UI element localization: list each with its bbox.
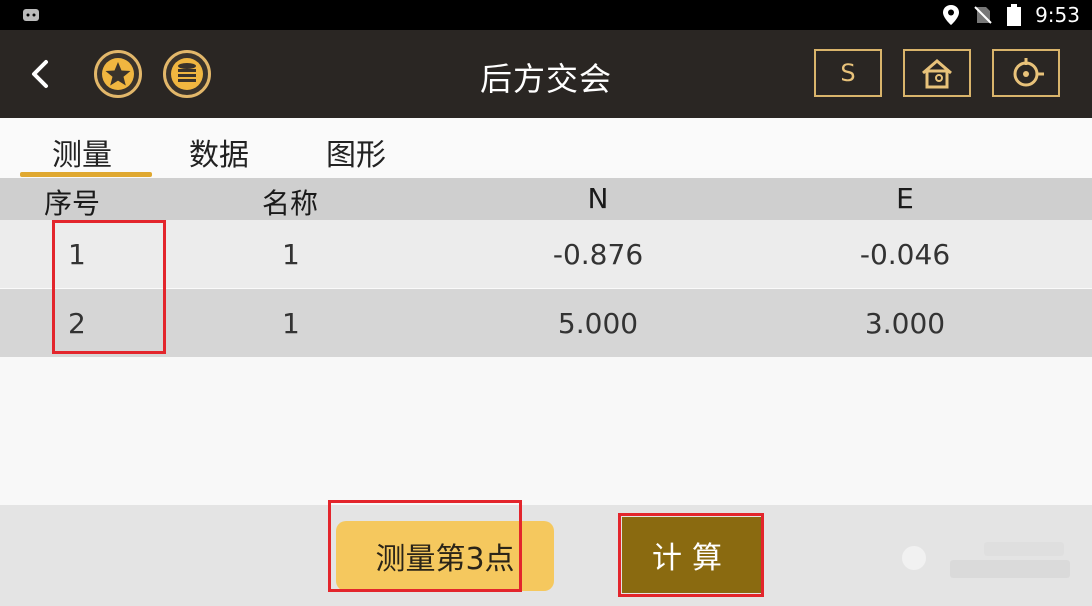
annotation-box-index-column	[52, 220, 166, 354]
s-button[interactable]: S	[814, 49, 882, 97]
watermark-logo	[902, 542, 1070, 578]
cell-n: -0.876	[552, 238, 644, 271]
cell-name: 1	[282, 307, 300, 340]
target-button[interactable]	[992, 49, 1060, 97]
header-e: E	[896, 182, 914, 215]
header-index: 序号	[44, 187, 101, 220]
tab-bar: 测量 数据 图形	[0, 118, 1092, 178]
cell-e: -0.046	[859, 238, 951, 271]
status-time: 9:53	[1035, 3, 1080, 27]
header-name: 名称	[262, 187, 319, 220]
table-header: 序号 名称 N E	[0, 178, 1092, 220]
status-bar: 9:53	[0, 0, 1092, 30]
active-tab-indicator	[20, 172, 152, 177]
annotation-box-calc-button	[618, 513, 764, 597]
tab-measure[interactable]: 测量	[52, 130, 112, 174]
cell-e: 3.000	[864, 307, 946, 340]
target-icon	[1013, 58, 1044, 87]
no-sim-icon	[974, 6, 992, 24]
battery-icon	[1007, 4, 1022, 26]
cell-name: 1	[282, 238, 300, 271]
tab-data[interactable]: 数据	[189, 130, 249, 174]
table-empty-area	[0, 357, 1092, 505]
home-button[interactable]	[903, 49, 971, 97]
app-bar: 后方交会 S	[0, 30, 1092, 118]
location-icon	[943, 5, 960, 25]
cell-n: 5.000	[557, 307, 639, 340]
home-icon	[922, 59, 952, 89]
annotation-box-measure-button	[328, 500, 522, 592]
tab-graph[interactable]: 图形	[326, 130, 386, 174]
header-n: N	[587, 182, 609, 215]
android-robot-icon	[23, 9, 39, 21]
